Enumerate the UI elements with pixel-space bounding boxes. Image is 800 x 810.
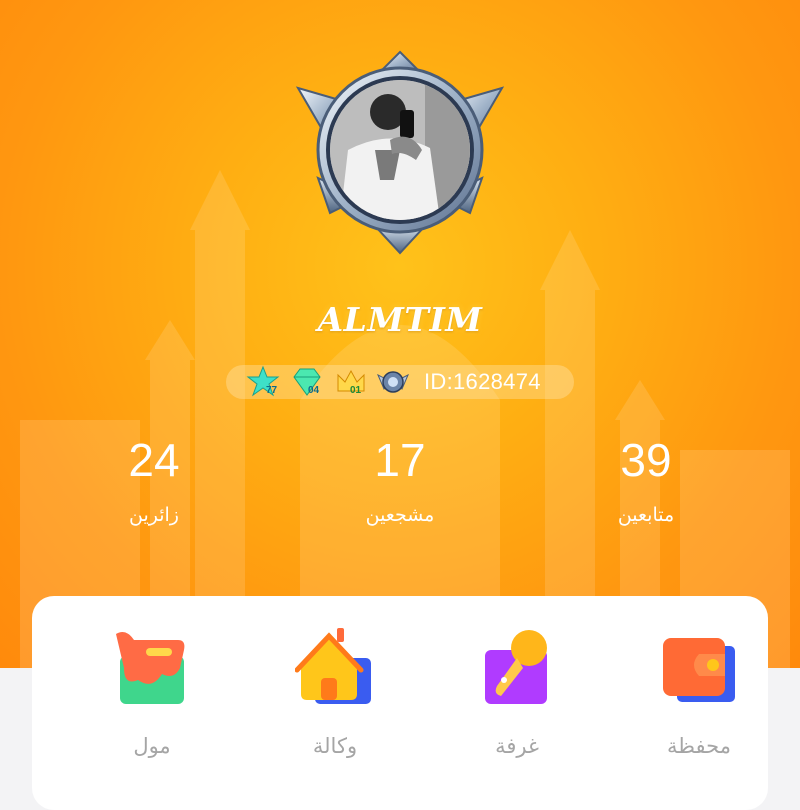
wallet-icon <box>663 638 735 702</box>
star-level-number: 77 <box>266 385 278 396</box>
stat-label: زائرين <box>129 504 179 526</box>
username: ALMTIM <box>317 300 483 339</box>
stat-label: متابعين <box>617 504 675 526</box>
stat-followers[interactable]: 39 متابعين <box>546 432 746 528</box>
menu-item-wallet[interactable]: محفظة <box>624 616 774 776</box>
agency-house-icon <box>295 628 371 704</box>
menu-item-label: محفظة <box>667 734 731 758</box>
room-microphone-icon <box>485 630 547 704</box>
silver-wings-rank-icon <box>377 371 409 393</box>
star-level-badge[interactable]: 77 <box>246 365 280 399</box>
menu-item-label: وكالة <box>312 734 358 758</box>
stat-fans[interactable]: 17 مشجعين <box>300 432 500 528</box>
mall-bag-icon <box>116 632 185 704</box>
menu-item-label: مول <box>133 734 171 758</box>
badges-row: 77 04 01 ID:1628474 <box>226 365 574 399</box>
menu-item-room[interactable]: غرفة <box>442 616 592 776</box>
crown-level-badge[interactable]: 01 <box>334 365 368 399</box>
diamond-level-badge[interactable]: 04 <box>290 365 324 399</box>
stat-label: مشجعين <box>365 504 435 526</box>
menu-card: مول وكالة غرفة محفظة <box>32 596 768 810</box>
stat-visitors[interactable]: 24 زائرين <box>54 432 254 528</box>
stat-value: 39 <box>620 434 672 486</box>
stat-value: 17 <box>374 434 426 486</box>
avatar-photo-image <box>330 80 470 220</box>
crown-level-number: 01 <box>350 385 362 396</box>
avatar <box>330 80 470 220</box>
menu-item-mall[interactable]: مول <box>77 616 227 776</box>
rank-badge[interactable] <box>376 365 410 399</box>
user-id: ID:1628474 <box>424 369 541 394</box>
diamond-level-number: 04 <box>308 385 320 396</box>
stat-value: 24 <box>128 434 180 486</box>
menu-item-label: غرفة <box>495 734 539 758</box>
profile-header: ALMTIM 77 04 01 ID:1628474 24 زائرين 17 … <box>0 0 800 668</box>
menu-item-agency[interactable]: وكالة <box>260 616 410 776</box>
avatar-frame[interactable] <box>290 48 510 258</box>
